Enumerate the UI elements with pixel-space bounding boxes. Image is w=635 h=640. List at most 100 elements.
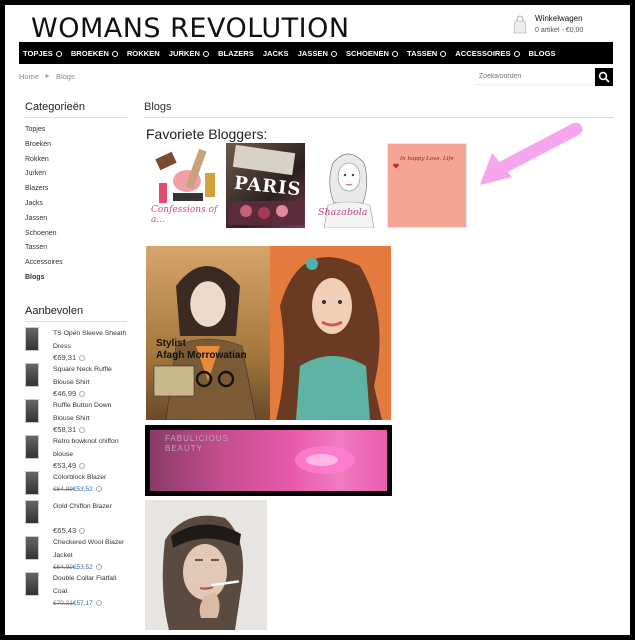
nav-item-accessoires[interactable]: ACCESSOIRES — [455, 48, 520, 58]
blogger-tile-happy-love-life[interactable]: In happy Love. Life — [387, 143, 467, 228]
breadcrumb-home[interactable]: Home — [19, 72, 39, 81]
product-name[interactable]: Double Collar Flatfall Coat — [53, 572, 131, 598]
category-link-jassen[interactable]: Jassen — [25, 212, 127, 227]
product-name[interactable]: Colorblock Blazer — [53, 471, 131, 484]
add-to-cart-icon[interactable] — [79, 354, 86, 361]
blogger-tile-confessions[interactable]: Confessions of a... — [147, 143, 227, 228]
product-thumbnail[interactable] — [25, 572, 39, 597]
product-thumbnail[interactable] — [25, 326, 39, 351]
blogger-tile-shazabola[interactable]: Shazabola — [308, 143, 388, 228]
sale-price: €53,52 — [72, 564, 93, 572]
product-thumbnail[interactable] — [25, 536, 39, 561]
cart-title[interactable]: Winkelwagen — [535, 14, 583, 23]
nav-item-schoenen[interactable]: SCHOENEN — [345, 48, 399, 58]
add-to-cart-icon[interactable] — [95, 564, 102, 571]
product-price: €64,99€53,52 — [53, 562, 102, 571]
nav-item-label: ACCESSOIRES — [455, 48, 511, 58]
product-thumbnail[interactable] — [25, 500, 39, 525]
nav-item-rokken[interactable]: ROKKEN — [127, 49, 160, 58]
category-link-tassen[interactable]: Tassen — [25, 241, 127, 256]
cart-summary: 0 artikel - €0,00 — [535, 27, 584, 34]
recommended-product[interactable]: Retro bowknot chiffon blouse €53,49 — [25, 434, 127, 471]
category-link-jurken[interactable]: Jurken — [25, 167, 127, 182]
shopping-bag-icon — [513, 15, 527, 34]
recommended-heading: Aanbevolen — [25, 305, 127, 322]
chevron-down-icon — [440, 51, 447, 57]
nav-item-jassen[interactable]: JASSEN — [298, 49, 337, 58]
nav-item-blogs[interactable]: BLOGS — [529, 49, 556, 58]
category-link-blogs[interactable]: Blogs — [25, 271, 127, 286]
category-link-rokken[interactable]: Rokken — [25, 153, 127, 168]
category-link-blazers[interactable]: Blazers — [25, 182, 127, 197]
add-to-cart-icon[interactable] — [79, 462, 86, 469]
nav-item-topjes[interactable]: TOPJES — [23, 49, 62, 58]
product-name[interactable]: Retro bowknot chiffon blouse — [53, 435, 131, 461]
fabulicious-beauty-banner[interactable]: FABULICIOUS BEAUTY — [145, 425, 392, 496]
nav-item-blazers[interactable]: BLAZERS — [218, 49, 254, 58]
old-price: €64,99 — [53, 485, 73, 493]
add-to-cart-icon[interactable] — [79, 426, 86, 433]
recommended-product[interactable]: Colorblock Blazer €64,99€53,52 — [25, 470, 127, 501]
right-illustration — [270, 246, 391, 420]
product-price: €65,43 — [53, 526, 86, 535]
product-name[interactable]: Gold Chiffon Blazer — [53, 500, 131, 513]
product-price: €58,31 — [53, 424, 86, 434]
category-link-schoenen[interactable]: Schoenen — [25, 227, 127, 242]
smoking-woman-portrait[interactable] — [145, 500, 267, 630]
category-link-accessoires[interactable]: Accessoires — [25, 256, 127, 271]
product-name[interactable]: Square Neck Ruffle Blouse Shirt — [53, 363, 131, 389]
category-link-jacks[interactable]: Jacks — [25, 197, 127, 212]
recommended-product[interactable]: Square Neck Ruffle Blouse Shirt €46,99 — [25, 362, 127, 399]
old-price: €64,99 — [53, 564, 73, 572]
price-value: €69,31 — [53, 352, 77, 362]
search-form — [475, 68, 613, 86]
add-to-cart-icon[interactable] — [79, 390, 86, 397]
blogger-tile-paris[interactable]: PARIS — [226, 143, 305, 228]
stylist-label-text: Stylist Afagh Morrowatian — [156, 338, 247, 361]
product-thumbnail[interactable] — [25, 362, 39, 387]
breadcrumb-current: Blogs — [55, 72, 75, 81]
breadcrumb: Home ► Blogs — [19, 72, 75, 81]
nav-item-tassen[interactable]: TASSEN — [407, 49, 447, 58]
add-to-cart-icon[interactable] — [95, 485, 102, 492]
nav-item-label: BROEKEN — [70, 48, 109, 58]
chevron-down-icon — [330, 51, 337, 57]
category-link-topjes[interactable]: Topjes — [25, 123, 127, 138]
nav-item-label: ROKKEN — [126, 48, 160, 58]
recommended-product[interactable]: Gold Chiffon Blazer €65,43 — [25, 500, 127, 536]
add-to-cart-icon[interactable] — [79, 528, 86, 535]
site-logo-title[interactable]: WOMANS REVOLUTION — [31, 13, 350, 44]
product-price: €70,21€57,17 — [53, 598, 102, 607]
product-name[interactable]: Checkered Wool Blazer Jacket — [53, 536, 131, 562]
stylist-illustration[interactable]: Stylist Afagh Morrowatian — [146, 246, 391, 420]
price-value: €58,31 — [53, 424, 77, 434]
product-price: €46,99 — [53, 389, 86, 398]
nav-item-jurken[interactable]: JURKEN — [169, 49, 209, 58]
product-thumbnail[interactable] — [25, 398, 39, 423]
product-price: €53,49 — [53, 460, 86, 470]
search-button[interactable] — [595, 68, 613, 86]
add-to-cart-icon[interactable] — [95, 600, 102, 607]
recommended-product[interactable]: Checkered Wool Blazer Jacket €64,99€53,52 — [25, 536, 127, 572]
nav-item-label: BLAZERS — [217, 48, 254, 58]
nav-item-label: SCHOENEN — [345, 48, 390, 58]
tile-caption: Confessions of a... — [151, 205, 218, 225]
shopping-cart[interactable]: Winkelwagen 0 artikel - €0,00 — [513, 10, 603, 40]
search-input[interactable] — [475, 69, 593, 85]
recommended-product[interactable]: Double Collar Flatfall Coat €70,21€57,17 — [25, 572, 127, 608]
product-name[interactable]: Ruffle Button Down Blouse Shirt — [53, 399, 131, 425]
product-thumbnail[interactable] — [25, 470, 39, 495]
recommended-product[interactable]: Ruffle Button Down Blouse Shirt €58,31 — [25, 398, 127, 435]
categories-heading: Categorieën — [25, 101, 127, 118]
nav-item-broeken[interactable]: BROEKEN — [71, 49, 118, 58]
product-name[interactable]: TS Open Sleeve Sheath Dress — [53, 327, 131, 353]
chevron-down-icon — [202, 51, 209, 57]
chevron-down-icon — [513, 51, 520, 57]
recommended-products: TS Open Sleeve Sheath Dress €69,31 Square … — [25, 326, 127, 609]
recommended-product[interactable]: TS Open Sleeve Sheath Dress €69,31 — [25, 326, 127, 363]
nav-item-jacks[interactable]: JACKS — [263, 49, 289, 58]
main-navigation: TOPJES BROEKEN ROKKEN JURKEN BLAZERS JACKS JAS… — [19, 42, 613, 64]
price-value: €53,49 — [53, 460, 77, 470]
category-link-broeken[interactable]: Broeken — [25, 138, 127, 153]
product-thumbnail[interactable] — [25, 434, 39, 459]
